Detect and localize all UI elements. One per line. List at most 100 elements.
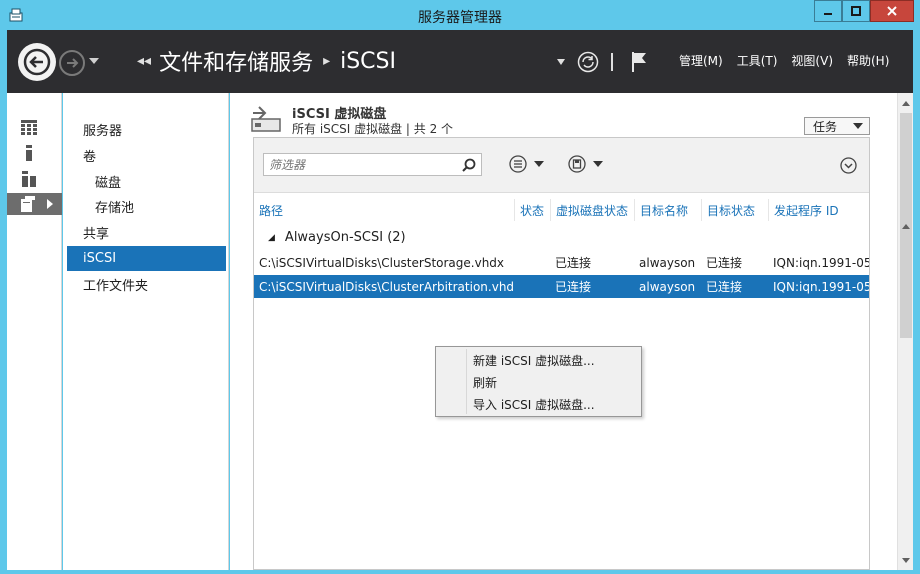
collapse-panel-icon[interactable] xyxy=(840,157,857,174)
history-dropdown-icon[interactable] xyxy=(89,58,99,64)
column-header-path[interactable]: 路径 xyxy=(254,199,514,221)
flag-icon[interactable] xyxy=(631,51,647,73)
save-icon xyxy=(568,155,586,173)
scroll-mid-arrow xyxy=(898,218,914,234)
nav-panel: 服务器 卷 磁盘 存储池 共享 iSCSI 工作文件夹 xyxy=(63,93,229,570)
iscsi-disk-icon xyxy=(251,106,281,132)
breadcrumb: ◂◂ 文件和存储服务 ▸ iSCSI xyxy=(135,45,397,77)
dashboard-icon xyxy=(21,120,37,135)
cell-target-status: 已连接 xyxy=(706,280,743,294)
all-servers-icon xyxy=(22,171,36,187)
scroll-down-icon xyxy=(902,557,910,563)
collapse-triangle-icon: ◢ xyxy=(268,232,275,243)
vertical-scrollbar[interactable] xyxy=(897,93,913,570)
window-bottom-border xyxy=(0,570,920,574)
forward-arrow-icon xyxy=(67,58,79,68)
breadcrumb-file-storage[interactable]: 文件和存储服务 xyxy=(159,45,313,77)
cell-target-name: alwayson xyxy=(639,255,696,270)
nav-item-servers[interactable]: 服务器 xyxy=(67,117,226,142)
group-header[interactable]: ◢ AlwaysOn-SCSI (2) xyxy=(268,230,406,245)
scroll-up-icon xyxy=(902,100,910,106)
search-icon[interactable] xyxy=(462,158,476,172)
close-icon xyxy=(887,6,897,16)
panel-toolbar xyxy=(254,138,869,193)
file-storage-icon xyxy=(21,196,35,212)
column-header-status[interactable]: 状态 xyxy=(514,199,550,221)
maximize-button[interactable] xyxy=(842,0,870,22)
menu-tools[interactable]: 工具(T) xyxy=(737,52,778,69)
chevron-down-icon xyxy=(593,161,603,167)
rail-item-all-servers[interactable] xyxy=(7,168,62,190)
maximize-icon xyxy=(851,6,861,16)
cell-status xyxy=(514,275,550,298)
breadcrumb-separator-icon: ▸ xyxy=(323,53,331,69)
table-row[interactable]: C:\iSCSIVirtualDisks\ClusterStorage.vhdx… xyxy=(254,251,869,274)
filter-input[interactable] xyxy=(264,154,454,175)
cell-target-status: 已连接 xyxy=(706,256,743,270)
scroll-down-button[interactable] xyxy=(898,552,914,568)
chevron-down-icon xyxy=(534,161,544,167)
nav-item-work-folders[interactable]: 工作文件夹 xyxy=(67,272,226,297)
menu-item-new-virtual-disk[interactable]: 新建 iSCSI 虚拟磁盘... xyxy=(438,349,639,371)
rail-item-file-storage[interactable] xyxy=(7,193,62,215)
breadcrumb-root-icon[interactable]: ◂◂ xyxy=(137,53,151,69)
menu-view[interactable]: 视图(V) xyxy=(791,52,833,69)
tasks-label: 任务 xyxy=(813,119,838,134)
menu-help[interactable]: 帮助(H) xyxy=(847,52,889,69)
scroll-up-icon xyxy=(902,223,910,229)
menu-manage[interactable]: 管理(M) xyxy=(679,52,723,69)
icon-rail xyxy=(7,93,62,570)
cell-path: C:\iSCSIVirtualDisks\ClusterStorage.vhdx xyxy=(259,255,505,270)
rail-item-local-server[interactable] xyxy=(7,142,62,164)
filter-box xyxy=(263,153,482,176)
section-subtitle: 所有 iSCSI 虚拟磁盘 | 共 2 个 xyxy=(292,122,454,136)
nav-item-volumes[interactable]: 卷 xyxy=(67,143,226,168)
rail-item-dashboard[interactable] xyxy=(7,116,62,138)
cell-target-name: alwayson xyxy=(639,279,696,294)
back-arrow-icon xyxy=(23,48,51,76)
toolbar-divider xyxy=(611,53,613,71)
refresh-icon[interactable] xyxy=(577,51,599,73)
window-title: 服务器管理器 xyxy=(418,10,502,26)
header-menu: 管理(M) 工具(T) 视图(V) 帮助(H) xyxy=(679,52,903,69)
cell-disk-status: 已连接 xyxy=(555,280,592,294)
nav-item-disks[interactable]: 磁盘 xyxy=(67,169,226,194)
nav-item-iscsi[interactable]: iSCSI xyxy=(67,246,226,271)
header-tools xyxy=(557,48,647,76)
column-header-target-status[interactable]: 目标状态 xyxy=(701,199,768,221)
context-menu: 新建 iSCSI 虚拟磁盘... 刷新 导入 iSCSI 虚拟磁盘... xyxy=(435,346,642,417)
expand-arrow-icon xyxy=(47,199,53,209)
close-button[interactable] xyxy=(870,0,914,22)
chevron-down-icon xyxy=(853,123,863,129)
tasks-dropdown[interactable]: 任务 xyxy=(804,117,870,135)
save-query-button[interactable] xyxy=(568,154,603,174)
breadcrumb-dropdown-icon[interactable] xyxy=(557,59,565,65)
nav-item-storage-pools[interactable]: 存储池 xyxy=(67,194,226,219)
cell-path: C:\iSCSIVirtualDisks\ClusterArbitration.… xyxy=(259,279,514,294)
column-header-disk-status[interactable]: 虚拟磁盘状态 xyxy=(550,199,634,221)
cell-disk-status: 已连接 xyxy=(555,256,592,270)
header-bar: ◂◂ 文件和存储服务 ▸ iSCSI 管理(M) 工具(T) 视图(V) 帮助(… xyxy=(7,30,913,93)
column-header-target-name[interactable]: 目标名称 xyxy=(634,199,701,221)
back-button[interactable] xyxy=(18,43,56,81)
cell-initiator-id: IQN:iqn.1991-05 xyxy=(773,255,869,270)
table-row-selected[interactable]: C:\iSCSIVirtualDisks\ClusterArbitration.… xyxy=(254,275,869,298)
forward-button[interactable] xyxy=(59,50,85,76)
scroll-up-button[interactable] xyxy=(898,95,914,111)
main-content: iSCSI 虚拟磁盘 所有 iSCSI 虚拟磁盘 | 共 2 个 任务 筛选器 … xyxy=(230,93,897,570)
menu-item-import-virtual-disk[interactable]: 导入 iSCSI 虚拟磁盘... xyxy=(438,393,639,415)
list-options-button[interactable] xyxy=(509,154,544,174)
local-server-icon xyxy=(26,145,32,161)
group-label: AlwaysOn-SCSI (2) xyxy=(284,230,406,245)
breadcrumb-iscsi: iSCSI xyxy=(340,48,397,74)
column-header-initiator-id[interactable]: 发起程序 ID xyxy=(768,199,869,221)
cell-status xyxy=(514,251,550,274)
menu-item-refresh[interactable]: 刷新 xyxy=(438,371,639,393)
minimize-button[interactable] xyxy=(814,0,842,22)
title-bar: 服务器管理器 xyxy=(0,0,920,30)
minimize-icon xyxy=(824,13,832,15)
list-options-icon xyxy=(509,155,527,173)
cell-initiator-id: IQN:iqn.1991-05 xyxy=(773,279,869,294)
table-header: 路径 状态 虚拟磁盘状态 目标名称 目标状态 发起程序 ID xyxy=(254,199,869,221)
nav-item-shares[interactable]: 共享 xyxy=(67,220,226,245)
